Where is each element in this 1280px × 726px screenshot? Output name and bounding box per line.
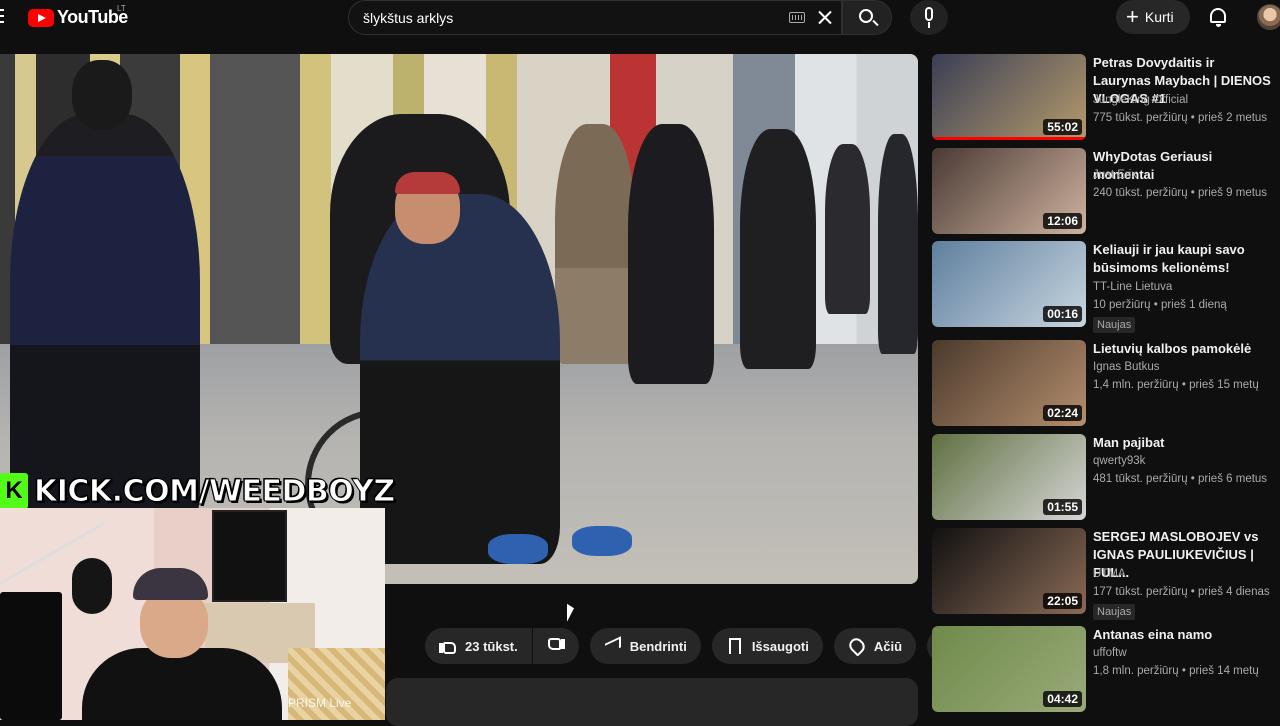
like-count: 23 tūkst. bbox=[465, 638, 518, 654]
video-duration: 01:55 bbox=[1043, 499, 1082, 515]
notifications-bell-icon[interactable] bbox=[1209, 7, 1227, 27]
share-icon bbox=[604, 636, 622, 655]
video-duration: 22:05 bbox=[1043, 593, 1082, 609]
like-dislike-group: 23 tūkst. bbox=[425, 628, 579, 664]
video-thumbnail[interactable]: 12:06 bbox=[932, 148, 1086, 234]
description-box[interactable] bbox=[386, 678, 918, 726]
microphone-icon bbox=[72, 558, 112, 614]
video-thumbnail[interactable]: 01:55 bbox=[932, 434, 1086, 520]
video-actions: 23 tūkst. Bendrinti Išsaugoti Ačiū ••• bbox=[425, 628, 964, 664]
video-meta: 1,8 mln. peržiūrų • prieš 14 metų bbox=[1093, 665, 1259, 677]
channel-name[interactable]: Just Erix bbox=[1093, 169, 1137, 181]
recommendation-item[interactable]: 01:55 Man pajibat qwerty93k 481 tūkst. perž… bbox=[932, 434, 1280, 522]
channel-name[interactable]: uffoftw bbox=[1093, 647, 1127, 659]
search-button[interactable] bbox=[842, 0, 892, 35]
like-button[interactable]: 23 tūkst. bbox=[425, 628, 532, 664]
channel-name[interactable]: qwerty93k bbox=[1093, 455, 1145, 467]
channel-name[interactable]: JungleKing Official bbox=[1093, 94, 1188, 106]
plus-icon: + bbox=[1126, 4, 1139, 29]
recommendation-item[interactable]: 22:05 SERGEJ MASLOBOJEV vs IGNAS PAULIUKE… bbox=[932, 528, 1280, 620]
video-meta: 240 tūkst. peržiūrų • prieš 9 metus bbox=[1093, 187, 1268, 199]
video-duration: 00:16 bbox=[1043, 306, 1082, 322]
keyboard-icon[interactable] bbox=[789, 12, 805, 23]
thumbs-down-icon bbox=[547, 637, 565, 655]
voice-search-button[interactable] bbox=[910, 0, 948, 35]
video-duration: 12:06 bbox=[1043, 213, 1082, 229]
recommendation-item[interactable]: 02:24 Lietuvių kalbos pamokėlė Ignas Butku… bbox=[932, 340, 1280, 428]
video-thumbnail[interactable]: 04:42 bbox=[932, 626, 1086, 712]
new-badge: Naujas bbox=[1093, 317, 1136, 333]
kick-url-text: KICK.COM/WEEDBOYZ bbox=[34, 473, 396, 509]
recommendation-title[interactable]: Lietuvių kalbos pamokėlė bbox=[1093, 340, 1273, 358]
video-meta: 10 peržiūrų • prieš 1 dieną bbox=[1093, 299, 1227, 311]
video-duration: 02:24 bbox=[1043, 405, 1082, 421]
new-badge: Naujas bbox=[1093, 604, 1136, 620]
recommendation-item[interactable]: 00:16 Keliauji ir jau kaupi savo būsimoms… bbox=[932, 241, 1280, 333]
recommendation-item[interactable]: 04:42 Antanas eina namo uffoftw 1,8 mln. pe… bbox=[932, 626, 1280, 714]
recommendation-item[interactable]: 12:06 WhyDotas Geriausi momentai Just Erix… bbox=[932, 148, 1280, 236]
thumbs-up-icon bbox=[439, 637, 457, 655]
video-thumbnail[interactable]: 00:16 bbox=[932, 241, 1086, 327]
video-meta: 775 tūkst. peržiūrų • prieš 2 metus bbox=[1093, 112, 1268, 124]
youtube-logo[interactable]: YouTube bbox=[28, 7, 128, 28]
logo-region: LT bbox=[117, 4, 126, 13]
create-button[interactable]: + Kurti bbox=[1116, 0, 1190, 34]
search-box[interactable]: šlykštus arklys bbox=[348, 0, 842, 35]
webcam-overlay: PRISM Live bbox=[0, 508, 385, 720]
video-duration: 55:02 bbox=[1043, 119, 1082, 135]
recommendation-title[interactable]: Man pajibat bbox=[1093, 434, 1273, 452]
kick-logo-icon: K bbox=[0, 473, 28, 509]
channel-name[interactable]: UTMA bbox=[1093, 568, 1126, 580]
channel-name[interactable]: TT-Line Lietuva bbox=[1093, 281, 1172, 293]
video-meta: 481 tūkst. peržiūrų • prieš 6 metus bbox=[1093, 473, 1268, 485]
kick-overlay-banner: K KICK.COM/WEEDBOYZ bbox=[0, 470, 396, 512]
microphone-icon bbox=[925, 7, 933, 21]
top-bar: YouTube LT šlykštus arklys + Kurti bbox=[0, 0, 1280, 36]
prism-live-watermark: PRISM Live bbox=[288, 696, 352, 710]
create-label: Kurti bbox=[1144, 9, 1174, 25]
video-meta: 1,4 mln. peržiūrų • prieš 15 metų bbox=[1093, 379, 1259, 391]
dislike-button[interactable] bbox=[532, 628, 579, 664]
share-label: Bendrinti bbox=[629, 638, 687, 654]
video-duration: 04:42 bbox=[1043, 691, 1082, 707]
bookmark-icon bbox=[726, 637, 744, 655]
channel-name[interactable]: Ignas Butkus bbox=[1093, 361, 1159, 373]
recommendation-title[interactable]: Keliauji ir jau kaupi savo būsimoms keli… bbox=[1093, 241, 1273, 277]
video-meta: 177 tūkst. peržiūrų • prieš 4 dienas bbox=[1093, 586, 1270, 598]
save-button[interactable]: Išsaugoti bbox=[711, 628, 823, 664]
recommendation-item[interactable]: 55:02 Petras Dovydaitis ir Laurynas Mayba… bbox=[932, 54, 1280, 142]
video-thumbnail[interactable]: 02:24 bbox=[932, 340, 1086, 426]
clear-search-icon[interactable] bbox=[815, 7, 835, 29]
mouse-cursor-icon bbox=[567, 603, 574, 625]
share-button[interactable]: Bendrinti bbox=[589, 628, 701, 664]
youtube-play-icon bbox=[28, 8, 54, 27]
search-input[interactable]: šlykštus arklys bbox=[363, 10, 453, 26]
account-avatar[interactable] bbox=[1257, 4, 1280, 30]
heart-dollar-icon bbox=[846, 635, 868, 657]
thanks-button[interactable]: Ačiū bbox=[833, 628, 917, 664]
search-icon bbox=[859, 9, 873, 23]
watch-progress-bar bbox=[932, 137, 1086, 140]
recommendation-title[interactable]: Antanas eina namo bbox=[1093, 626, 1273, 644]
video-thumbnail[interactable]: 55:02 bbox=[932, 54, 1086, 140]
video-thumbnail[interactable]: 22:05 bbox=[932, 528, 1086, 614]
menu-icon[interactable] bbox=[0, 9, 6, 23]
save-label: Išsaugoti bbox=[751, 638, 809, 654]
thanks-label: Ačiū bbox=[873, 638, 903, 654]
